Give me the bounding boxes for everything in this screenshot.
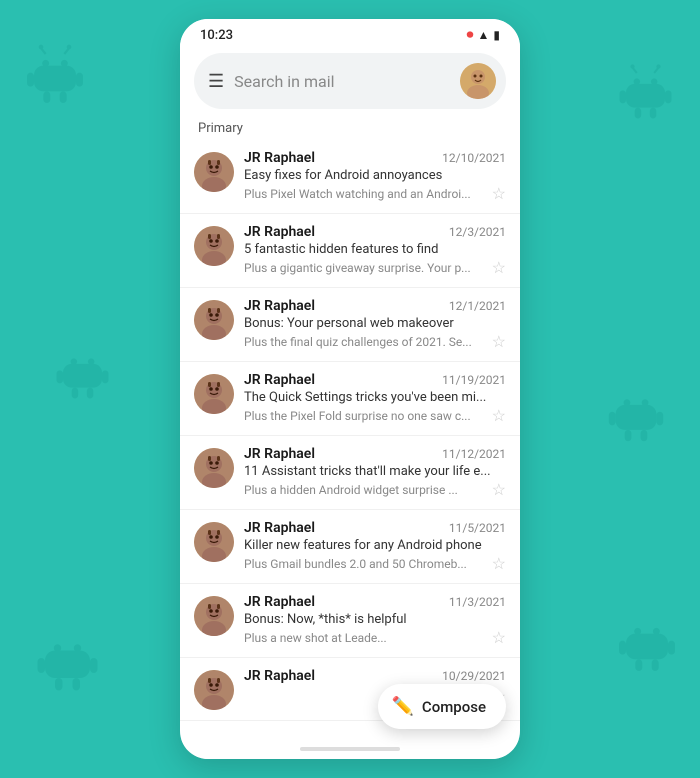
status-icons: ⏺ ▲ ▮ [467,27,501,43]
user-avatar[interactable] [460,63,496,99]
star-icon[interactable]: ☆ [492,258,506,277]
bottom-gesture-line [300,747,400,751]
email-subject: Bonus: Now, *this* is helpful [244,612,506,627]
email-date: 11/12/2021 [442,447,506,461]
email-date: 11/3/2021 [449,595,506,609]
status-time: 10:23 [200,28,233,43]
email-preview: Plus the Pixel Fold surprise no one saw … [244,409,488,423]
search-bar[interactable]: ☰ Search in mail [194,53,506,109]
bottom-bar [180,739,520,759]
email-content: JR Raphael 11/3/2021 Bonus: Now, *this* … [244,594,506,647]
sender-name: JR Raphael [244,224,315,240]
email-preview: Plus the final quiz challenges of 2021. … [244,335,488,349]
sender-name: JR Raphael [244,668,315,684]
sender-avatar [194,596,234,636]
sender-avatar [194,152,234,192]
email-subject: Bonus: Your personal web makeover [244,316,506,331]
email-list-item[interactable]: JR Raphael 11/3/2021 Bonus: Now, *this* … [180,584,520,658]
email-preview-row: Plus the Pixel Fold surprise no one saw … [244,406,506,425]
sender-name: JR Raphael [244,594,315,610]
section-label: Primary [180,119,520,140]
email-preview-row: Plus Pixel Watch watching and an Androi.… [244,184,506,203]
email-subject: The Quick Settings tricks you've been mi… [244,390,506,405]
sender-name: JR Raphael [244,446,315,462]
sender-avatar [194,522,234,562]
email-row1: JR Raphael 12/10/2021 [244,150,506,166]
sender-avatar [194,226,234,266]
email-list-item[interactable]: JR Raphael 12/3/2021 5 fantastic hidden … [180,214,520,288]
email-list-item[interactable]: JR Raphael 11/19/2021 The Quick Settings… [180,362,520,436]
star-icon[interactable]: ☆ [492,554,506,573]
email-preview: Plus a hidden Android widget surprise ..… [244,483,488,497]
sender-name: JR Raphael [244,150,315,166]
email-date: 12/10/2021 [442,151,506,165]
email-date: 11/5/2021 [449,521,506,535]
email-list-item[interactable]: JR Raphael 12/1/2021 Bonus: Your persona… [180,288,520,362]
sender-avatar [194,670,234,710]
sender-name: JR Raphael [244,298,315,314]
email-subject: 5 fantastic hidden features to find [244,242,506,257]
email-row1: JR Raphael 11/5/2021 [244,520,506,536]
email-subject: Killer new features for any Android phon… [244,538,506,553]
sender-name: JR Raphael [244,372,315,388]
email-list-item[interactable]: JR Raphael 12/10/2021 Easy fixes for And… [180,140,520,214]
star-icon[interactable]: ☆ [492,184,506,203]
sender-avatar [194,300,234,340]
compose-label: Compose [422,698,486,716]
email-preview-row: Plus a new shot at Leade... ☆ [244,628,506,647]
email-content: JR Raphael 11/5/2021 Killer new features… [244,520,506,573]
email-subject: Easy fixes for Android annoyances [244,168,506,183]
email-row1: JR Raphael 10/29/2021 [244,668,506,684]
status-bar: 10:23 ⏺ ▲ ▮ [180,19,520,47]
email-preview: Plus a new shot at Leade... [244,631,488,645]
email-preview-row: Plus the final quiz challenges of 2021. … [244,332,506,351]
email-content: JR Raphael 12/10/2021 Easy fixes for And… [244,150,506,203]
email-content: JR Raphael 11/19/2021 The Quick Settings… [244,372,506,425]
phone-frame: 10:23 ⏺ ▲ ▮ ☰ Search in mail Primary [180,19,520,759]
email-preview-row: Plus a gigantic giveaway surprise. Your … [244,258,506,277]
email-content: JR Raphael 12/3/2021 5 fantastic hidden … [244,224,506,277]
email-row1: JR Raphael 11/3/2021 [244,594,506,610]
sender-avatar [194,374,234,414]
email-list-item[interactable]: JR Raphael 11/12/2021 11 Assistant trick… [180,436,520,510]
email-preview: Plus Pixel Watch watching and an Androi.… [244,187,488,201]
menu-icon[interactable]: ☰ [208,71,224,92]
star-icon[interactable]: ☆ [492,628,506,647]
email-list: JR Raphael 12/10/2021 Easy fixes for And… [180,140,520,739]
email-list-item[interactable]: JR Raphael 11/5/2021 Killer new features… [180,510,520,584]
star-icon[interactable]: ☆ [492,406,506,425]
email-content: JR Raphael 12/1/2021 Bonus: Your persona… [244,298,506,351]
email-subject: 11 Assistant tricks that'll make your li… [244,464,506,479]
email-preview: Plus a gigantic giveaway surprise. Your … [244,261,488,275]
wifi-icon: ▲ [478,28,490,42]
compose-fab[interactable]: ✏️ Compose [378,684,507,729]
email-preview-row: Plus Gmail bundles 2.0 and 50 Chromeb...… [244,554,506,573]
star-icon[interactable]: ☆ [492,332,506,351]
compose-pen-icon: ✏️ [392,696,414,717]
email-content: JR Raphael 11/12/2021 11 Assistant trick… [244,446,506,499]
email-date: 11/19/2021 [442,373,506,387]
email-preview: Plus Gmail bundles 2.0 and 50 Chromeb... [244,557,488,571]
record-icon: ⏺ [467,27,474,43]
email-row1: JR Raphael 11/19/2021 [244,372,506,388]
email-row1: JR Raphael 12/1/2021 [244,298,506,314]
star-icon[interactable]: ☆ [492,480,506,499]
battery-icon: ▮ [493,28,500,42]
search-input-label: Search in mail [234,72,460,91]
sender-name: JR Raphael [244,520,315,536]
email-row1: JR Raphael 12/3/2021 [244,224,506,240]
email-date: 12/1/2021 [449,299,506,313]
email-row1: JR Raphael 11/12/2021 [244,446,506,462]
email-date: 10/29/2021 [442,669,506,683]
email-date: 12/3/2021 [449,225,506,239]
sender-avatar [194,448,234,488]
email-preview-row: Plus a hidden Android widget surprise ..… [244,480,506,499]
